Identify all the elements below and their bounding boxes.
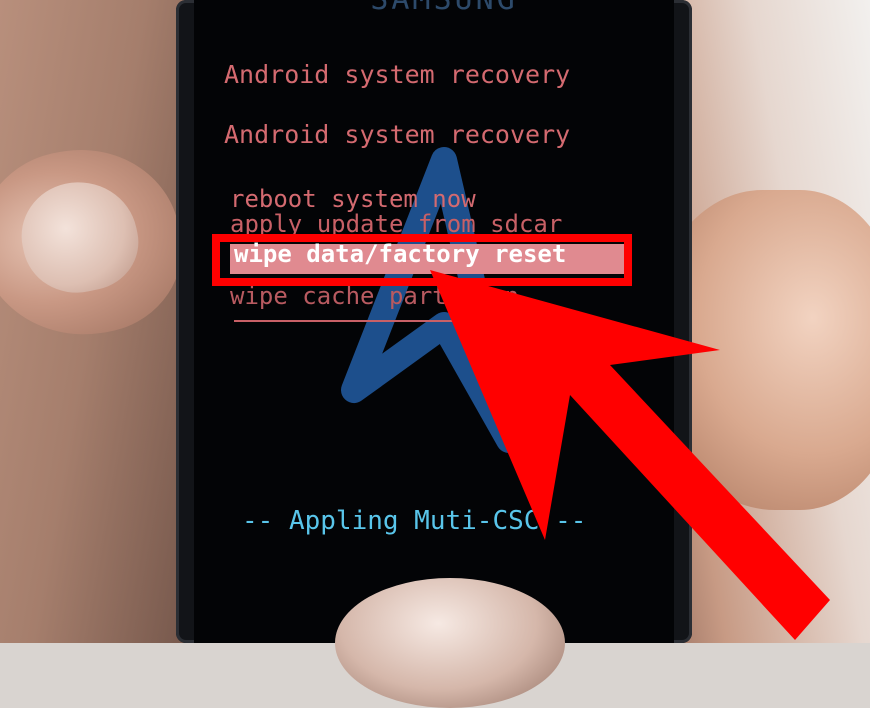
- annotation-arrow-icon: [430, 270, 830, 640]
